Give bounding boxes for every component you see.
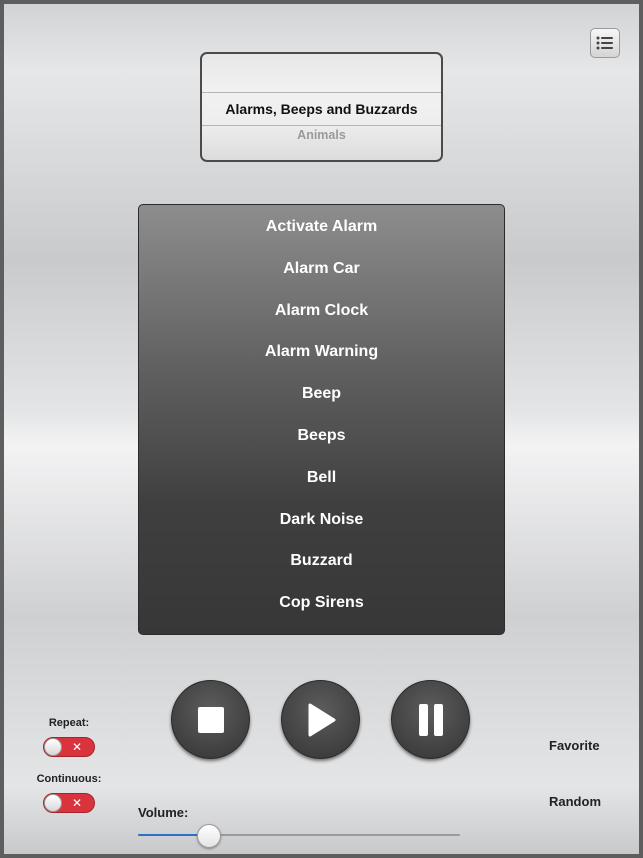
- continuous-label: Continuous:: [36, 773, 102, 785]
- toggle-off-icon: ✕: [72, 740, 83, 754]
- picker-selected-category[interactable]: Alarms, Beeps and Buzzards: [202, 92, 441, 126]
- volume-label: Volume:: [138, 805, 189, 820]
- toggle-off-icon: ✕: [72, 796, 83, 810]
- pause-icon: [418, 703, 443, 736]
- menu-button[interactable]: [590, 28, 620, 58]
- stop-button[interactable]: [171, 680, 250, 759]
- toggle-knob: [44, 794, 62, 812]
- sound-item[interactable]: Alarm Car: [139, 248, 504, 290]
- category-picker[interactable]: Alarms, Beeps and Buzzards Animals: [200, 52, 443, 162]
- sound-item[interactable]: Beeps: [139, 415, 504, 457]
- repeat-label: Repeat:: [48, 717, 90, 729]
- stop-icon: [197, 706, 224, 733]
- sound-item[interactable]: Bell: [139, 457, 504, 499]
- sound-item[interactable]: Cop Sirens: [139, 582, 504, 624]
- sound-item[interactable]: Beep: [139, 373, 504, 415]
- sound-list[interactable]: Activate Alarm Alarm Car Alarm Clock Ala…: [138, 204, 505, 635]
- continuous-toggle[interactable]: ✕: [43, 793, 95, 813]
- play-icon: [308, 703, 335, 736]
- play-button[interactable]: [281, 680, 360, 759]
- slider-thumb[interactable]: [197, 824, 221, 848]
- pause-button[interactable]: [391, 680, 470, 759]
- favorite-button[interactable]: Favorite: [549, 738, 600, 753]
- sound-item[interactable]: Alarm Warning: [139, 331, 504, 373]
- picker-next-category[interactable]: Animals: [202, 128, 441, 142]
- sound-item[interactable]: Dark Noise: [139, 499, 504, 541]
- sound-item[interactable]: Alarm Clock: [139, 290, 504, 332]
- volume-slider[interactable]: [138, 824, 460, 848]
- list-icon: [596, 36, 613, 50]
- toggle-knob: [44, 738, 62, 756]
- repeat-toggle[interactable]: ✕: [43, 737, 95, 757]
- sound-item[interactable]: Buzzard: [139, 540, 504, 582]
- sound-item[interactable]: Activate Alarm: [139, 206, 504, 248]
- random-button[interactable]: Random: [549, 794, 601, 809]
- app-screen: Alarms, Beeps and Buzzards Animals Activ…: [4, 4, 639, 854]
